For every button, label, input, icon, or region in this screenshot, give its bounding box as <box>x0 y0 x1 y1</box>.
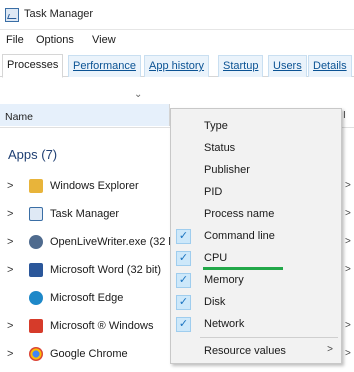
check-icon: ✓ <box>176 317 191 332</box>
tab-app-history[interactable]: App history <box>144 55 210 77</box>
tab-performance[interactable]: Performance <box>68 55 141 77</box>
tab-processes[interactable]: Processes <box>2 54 64 78</box>
windows-icon <box>29 319 43 333</box>
group-label-apps: Apps (7) <box>8 147 58 162</box>
expand-icon[interactable]: > <box>7 236 13 248</box>
task-manager-icon <box>29 207 43 221</box>
menu-file[interactable]: File <box>6 34 24 46</box>
process-name: Microsoft Word (32 bit) <box>50 264 162 276</box>
menu-item-type[interactable]: Type <box>171 116 341 137</box>
check-icon: ✓ <box>176 251 191 266</box>
menu-item-publisher[interactable]: Publisher <box>171 160 341 181</box>
openlivewriter-icon <box>29 235 43 249</box>
chrome-icon <box>29 347 43 361</box>
window-title: Task Manager <box>24 8 94 20</box>
menu-item-label: Resource values <box>204 345 286 357</box>
tab-details[interactable]: Details <box>308 55 352 77</box>
process-name: Task Manager <box>50 208 120 220</box>
menu-item-label: Memory <box>204 274 244 286</box>
expand-icon[interactable]: > <box>7 180 13 192</box>
menu-item-command-line[interactable]: ✓ Command line <box>171 226 341 247</box>
menu-item-memory[interactable]: ✓ Memory <box>171 270 341 291</box>
menu-item-status[interactable]: Status <box>171 138 341 159</box>
menu-item-label: PID <box>204 186 223 198</box>
process-name: Microsoft ® Windows <box>50 320 154 332</box>
row-overflow-glyph: > <box>345 264 351 275</box>
row-overflow-glyph: > <box>345 236 351 247</box>
edge-icon <box>29 291 43 305</box>
row-overflow-glyph: > <box>345 180 351 191</box>
menu-item-process-name[interactable]: Process name <box>171 204 341 225</box>
menu-item-label: Command line <box>204 230 275 242</box>
column-header-partial[interactable]: I <box>343 104 354 126</box>
menu-bar: File Options View <box>0 31 354 49</box>
tab-startup[interactable]: Startup <box>218 55 264 77</box>
column-header-name[interactable]: Name <box>0 104 170 126</box>
menu-item-label: Status <box>204 142 236 154</box>
menu-item-network[interactable]: ✓ Network <box>171 314 341 335</box>
word-icon <box>29 263 43 277</box>
chevron-down-icon[interactable]: ⌄ <box>134 89 142 100</box>
menu-item-label: Disk <box>204 296 226 308</box>
check-icon: ✓ <box>176 229 191 244</box>
row-overflow-glyph: > <box>345 320 351 331</box>
menu-options[interactable]: Options <box>36 34 74 46</box>
menu-item-label: Publisher <box>204 164 250 176</box>
check-icon: ✓ <box>176 273 191 288</box>
task-manager-icon <box>5 8 19 22</box>
menu-item-label: CPU <box>204 252 228 264</box>
check-icon: ✓ <box>176 295 191 310</box>
process-name: Google Chrome <box>50 348 128 360</box>
menu-item-label: Type <box>204 120 228 132</box>
column-header-name-label: Name <box>5 111 34 123</box>
expand-icon[interactable]: > <box>7 208 13 220</box>
tab-bar: Processes Performance App history Startu… <box>0 51 354 78</box>
title-bar: Task Manager <box>0 0 354 30</box>
expand-icon[interactable]: > <box>7 320 13 332</box>
menu-item-cpu[interactable]: ✓ CPU <box>171 248 341 269</box>
menu-item-label: Process name <box>204 208 275 220</box>
process-name: Microsoft Edge <box>50 292 124 304</box>
expand-icon[interactable]: > <box>7 348 13 360</box>
menu-item-resource-values[interactable]: Resource values > <box>171 341 341 362</box>
process-name: Windows Explorer <box>50 180 139 192</box>
menu-separator <box>200 337 338 338</box>
menu-view[interactable]: View <box>92 34 116 46</box>
tab-users[interactable]: Users <box>268 55 307 77</box>
column-context-menu: Type Status Publisher PID Process name ✓… <box>170 108 342 364</box>
submenu-arrow-icon: > <box>327 344 333 355</box>
row-overflow-glyph: > <box>345 208 351 219</box>
process-name: OpenLiveWriter.exe (32 bit) <box>50 236 184 248</box>
menu-item-label: Network <box>204 318 245 330</box>
menu-item-pid[interactable]: PID <box>171 182 341 203</box>
expand-icon[interactable]: > <box>7 264 13 276</box>
folder-icon <box>29 179 43 193</box>
highlight-underline <box>203 267 283 270</box>
row-overflow-glyph: > <box>345 348 351 359</box>
menu-item-disk[interactable]: ✓ Disk <box>171 292 341 313</box>
